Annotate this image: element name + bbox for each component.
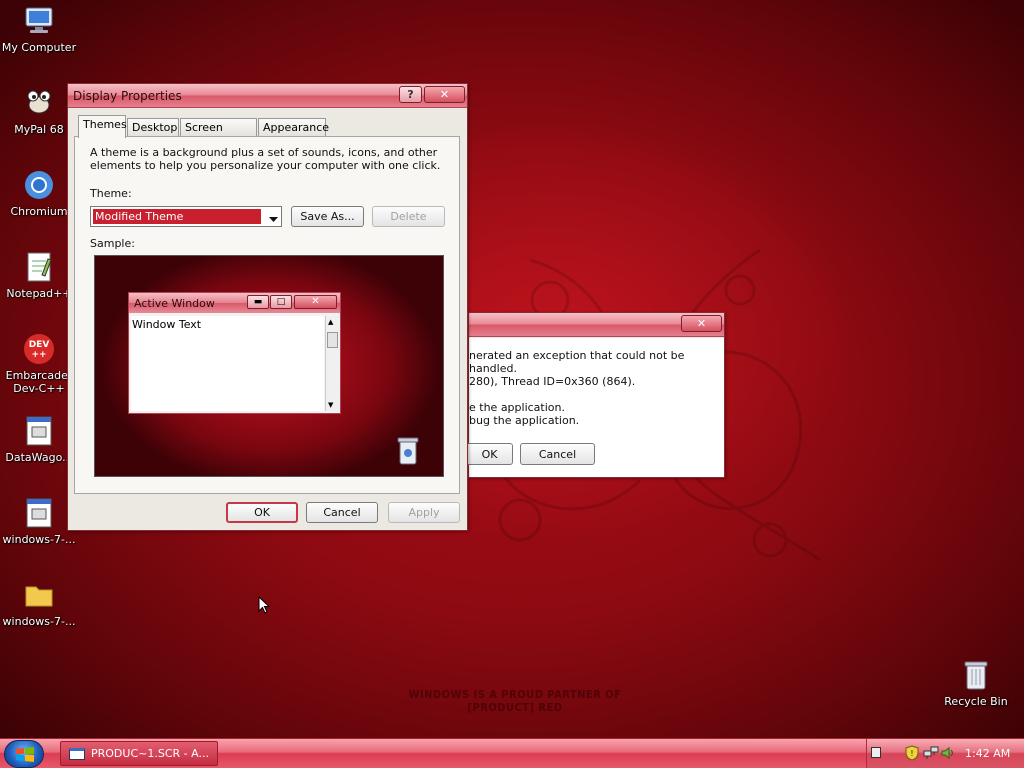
- datawagon-icon: [21, 413, 57, 449]
- taskbar-task-button[interactable]: PRODUC~1.SCR - A...: [60, 741, 218, 766]
- theme-sample-preview: Active Window ▬ □ ✕ Window Text ▲ ▼: [94, 255, 444, 477]
- volume-icon[interactable]: [941, 746, 955, 760]
- chromium-icon: [21, 167, 57, 203]
- system-tray: ! 1:42 AM: [866, 739, 1024, 768]
- desktop-icon-my-computer[interactable]: My Computer: [0, 3, 81, 54]
- folder-icon: [21, 577, 57, 613]
- application-window-icon: [69, 747, 85, 760]
- error-option-line: e the application.: [469, 401, 565, 414]
- sample-label: Sample:: [90, 237, 135, 250]
- close-icon: ✕: [294, 295, 337, 309]
- dev-cpp-icon: DEV ++: [21, 331, 57, 367]
- keyboard-icon[interactable]: [871, 747, 881, 758]
- theme-select-value: Modified Theme: [93, 209, 261, 224]
- close-button[interactable]: ✕: [424, 86, 465, 103]
- windows-logo-icon: [16, 747, 34, 762]
- wallpaper-text: WINDOWS IS A PROUD PARTNER OF [PRODUCT] …: [408, 688, 622, 714]
- network-icon[interactable]: [923, 746, 939, 760]
- error-message-line: nerated an exception that could not be h…: [469, 349, 685, 375]
- maximize-icon: □: [270, 295, 292, 309]
- preview-active-window: Active Window ▬ □ ✕ Window Text ▲ ▼: [128, 292, 341, 414]
- display-properties-titlebar[interactable]: Display Properties ? ✕: [68, 84, 467, 108]
- svg-text:DEV: DEV: [29, 340, 50, 350]
- preview-window-body: Window Text: [131, 316, 324, 411]
- security-shield-icon[interactable]: !: [905, 745, 919, 761]
- preview-window-text: Window Text: [132, 318, 202, 331]
- computer-icon: [21, 3, 57, 39]
- themes-panel: A theme is a background plus a set of so…: [74, 136, 460, 494]
- recycle-bin-icon: [958, 657, 994, 693]
- display-properties-window: Display Properties ? ✕ Themes Desktop Sc…: [67, 83, 468, 531]
- help-icon: ?: [407, 88, 414, 101]
- taskbar-task-label: PRODUC~1.SCR - A...: [91, 747, 209, 760]
- error-dialog-titlebar[interactable]: ✕: [469, 313, 724, 337]
- close-icon: ✕: [439, 88, 450, 101]
- notepad-plus-plus-icon: [21, 249, 57, 285]
- theme-select[interactable]: Modified Theme: [90, 206, 282, 227]
- tab-themes[interactable]: Themes: [78, 115, 127, 138]
- error-dialog: ✕ nerated an exception that could not be…: [467, 312, 725, 478]
- preview-window-title: Active Window: [134, 297, 215, 310]
- clock[interactable]: 1:42 AM: [965, 747, 1010, 760]
- start-button[interactable]: [4, 740, 44, 768]
- ok-button[interactable]: OK: [226, 502, 298, 523]
- delete-button[interactable]: Delete: [372, 206, 445, 227]
- theme-label: Theme:: [90, 187, 132, 200]
- desktop-icon-windows7-folder[interactable]: windows-7-...: [0, 577, 81, 628]
- cancel-button[interactable]: Cancel: [306, 502, 378, 523]
- taskbar: PRODUC~1.SCR - A... ! 1:42 AM: [0, 738, 1024, 768]
- save-as-button[interactable]: Save As...: [291, 206, 364, 227]
- tab-screen-saver[interactable]: Screen Saver: [180, 118, 257, 147]
- apply-button[interactable]: Apply: [388, 502, 460, 523]
- scroll-up-icon: ▲: [328, 318, 334, 326]
- svg-text:!: !: [910, 749, 913, 758]
- window-title: Display Properties: [73, 89, 182, 103]
- desktop-icon-recycle-bin[interactable]: Recycle Bin: [934, 657, 1018, 708]
- scroll-thumb: [327, 332, 338, 348]
- tab-desktop[interactable]: Desktop: [127, 118, 179, 137]
- close-icon: ✕: [696, 317, 707, 330]
- error-dialog-body: nerated an exception that could not be h…: [467, 338, 724, 477]
- error-option-line: bug the application.: [469, 414, 580, 427]
- minimize-icon: ▬: [247, 295, 269, 309]
- svg-text:++: ++: [31, 350, 46, 360]
- error-ok-button[interactable]: OK: [467, 443, 513, 465]
- preview-scrollbar: ▲ ▼: [325, 316, 339, 411]
- scroll-down-icon: ▼: [328, 401, 334, 409]
- help-button[interactable]: ?: [399, 86, 422, 103]
- mouse-cursor-icon: [258, 596, 270, 614]
- error-cancel-button[interactable]: Cancel: [520, 443, 595, 465]
- theme-description: A theme is a background plus a set of so…: [90, 146, 441, 172]
- executable-icon: [21, 495, 57, 531]
- tab-appearance[interactable]: Appearance: [258, 118, 329, 137]
- mypal-icon: [21, 85, 57, 121]
- preview-recycle-bin-icon: [397, 436, 419, 469]
- chevron-down-icon: [269, 213, 278, 226]
- close-button[interactable]: ✕: [681, 315, 722, 332]
- error-thread-line: 280), Thread ID=0x360 (864).: [469, 375, 636, 388]
- preview-titlebar: Active Window ▬ □ ✕: [129, 293, 340, 313]
